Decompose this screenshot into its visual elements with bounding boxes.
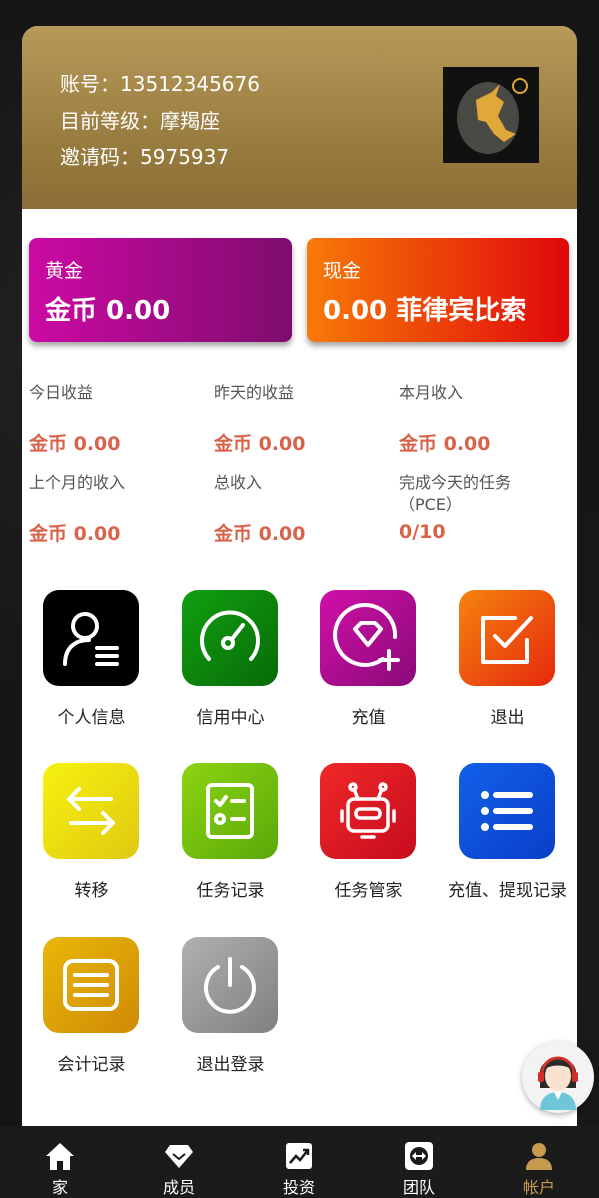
task-manager-label: 任务管家 bbox=[334, 881, 403, 901]
task-list-icon bbox=[206, 783, 254, 839]
stat-label-tasks: 完成今天的任务（PCE） bbox=[399, 473, 512, 514]
personal-info-label: 个人信息 bbox=[57, 708, 126, 728]
recharge-withdraw-record-button[interactable] bbox=[459, 763, 555, 859]
account-card: 账号：13512345676 目前等级：摩羯座 邀请码：5975937 黄金 金… bbox=[22, 26, 577, 1126]
nav-account-label: 帐户 bbox=[522, 1178, 555, 1197]
task-record-label: 任务记录 bbox=[196, 881, 265, 901]
gold-wallet-label: 黄金 bbox=[45, 260, 84, 282]
credit-center-label: 信用中心 bbox=[196, 708, 265, 728]
robot-icon bbox=[340, 782, 396, 839]
gold-wallet-amount: 金币 0.00 bbox=[45, 296, 171, 326]
ledger-icon bbox=[63, 959, 119, 1011]
level-label: 目前等级： bbox=[60, 109, 160, 133]
gauge-icon bbox=[200, 610, 260, 661]
withdraw-label: 退出 bbox=[490, 708, 525, 728]
stat-value-today: 金币 0.00 bbox=[29, 433, 121, 455]
invite-label: 邀请码： bbox=[60, 145, 140, 169]
bottom-nav: 家 成员 投资 团队 帐户 bbox=[0, 1126, 599, 1198]
checkbox-icon bbox=[481, 616, 533, 664]
stat-value-tasks: 0/10 bbox=[399, 521, 446, 543]
capricorn-icon bbox=[457, 78, 528, 154]
customer-service-button[interactable] bbox=[522, 1041, 594, 1113]
invite-line: 邀请码：5975937 bbox=[60, 141, 229, 170]
nav-team-label: 团队 bbox=[402, 1178, 435, 1197]
nav-account[interactable]: 帐户 bbox=[479, 1126, 599, 1198]
recharge-button[interactable] bbox=[320, 590, 416, 686]
accounting-record-button[interactable] bbox=[43, 937, 139, 1033]
gold-wallet-card[interactable]: 黄金 金币 0.00 bbox=[29, 238, 292, 342]
logout-label: 退出登录 bbox=[196, 1055, 265, 1075]
stat-value-yesterday: 金币 0.00 bbox=[214, 433, 306, 455]
accounting-record-label: 会计记录 bbox=[57, 1055, 126, 1075]
level-line: 目前等级：摩羯座 bbox=[60, 105, 220, 134]
person-icon bbox=[63, 612, 119, 666]
task-manager-button[interactable] bbox=[320, 763, 416, 859]
stat-label-yesterday: 昨天的收益 bbox=[214, 383, 295, 402]
recharge-withdraw-record-label: 充值、提现记录 bbox=[448, 881, 567, 901]
nav-invest[interactable]: 投资 bbox=[239, 1126, 359, 1198]
stat-label-last-month: 上个月的收入 bbox=[29, 473, 126, 492]
logout-button[interactable] bbox=[182, 937, 278, 1033]
withdraw-button[interactable] bbox=[459, 590, 555, 686]
task-record-button[interactable] bbox=[182, 763, 278, 859]
nav-home-label: 家 bbox=[51, 1178, 68, 1197]
nav-invest-label: 投资 bbox=[282, 1178, 315, 1197]
list-icon bbox=[481, 791, 533, 831]
profile-header: 账号：13512345676 目前等级：摩羯座 邀请码：5975937 bbox=[22, 26, 577, 209]
stat-value-last-month: 金币 0.00 bbox=[29, 523, 121, 545]
stat-value-month: 金币 0.00 bbox=[399, 433, 491, 455]
account-number: 13512345676 bbox=[120, 72, 260, 96]
stat-label-month: 本月收入 bbox=[399, 383, 464, 402]
recharge-label: 充值 bbox=[351, 708, 386, 728]
stat-label-total: 总收入 bbox=[214, 473, 263, 492]
transfer-arrows-icon bbox=[67, 787, 115, 835]
level-badge-avatar[interactable] bbox=[443, 67, 539, 163]
stat-label-today: 今日收益 bbox=[29, 383, 94, 402]
cash-wallet-amount: 0.00 菲律宾比索 bbox=[323, 296, 527, 326]
cash-wallet-label: 现金 bbox=[323, 260, 362, 282]
nav-members-label: 成员 bbox=[162, 1178, 195, 1197]
credit-center-button[interactable] bbox=[182, 590, 278, 686]
account-label: 账号： bbox=[60, 72, 120, 96]
account-line: 账号：13512345676 bbox=[60, 68, 260, 97]
transfer-label: 转移 bbox=[74, 881, 109, 901]
chart-icon bbox=[286, 1143, 312, 1169]
diamond-plus-icon bbox=[333, 603, 400, 671]
team-icon bbox=[405, 1142, 433, 1170]
stat-value-total: 金币 0.00 bbox=[214, 523, 306, 545]
home-icon bbox=[46, 1143, 74, 1170]
level-value: 摩羯座 bbox=[160, 109, 220, 133]
nav-members[interactable]: 成员 bbox=[119, 1126, 239, 1198]
nav-home[interactable]: 家 bbox=[0, 1126, 120, 1198]
account-icon bbox=[526, 1143, 552, 1170]
cash-wallet-card[interactable]: 现金 0.00 菲律宾比索 bbox=[307, 238, 569, 342]
nav-team[interactable]: 团队 bbox=[359, 1126, 479, 1198]
personal-info-button[interactable] bbox=[43, 590, 139, 686]
diamond-icon bbox=[165, 1145, 193, 1168]
power-icon bbox=[204, 957, 256, 1014]
transfer-button[interactable] bbox=[43, 763, 139, 859]
customer-service-agent-icon bbox=[538, 1056, 578, 1110]
invite-code: 5975937 bbox=[140, 145, 230, 169]
